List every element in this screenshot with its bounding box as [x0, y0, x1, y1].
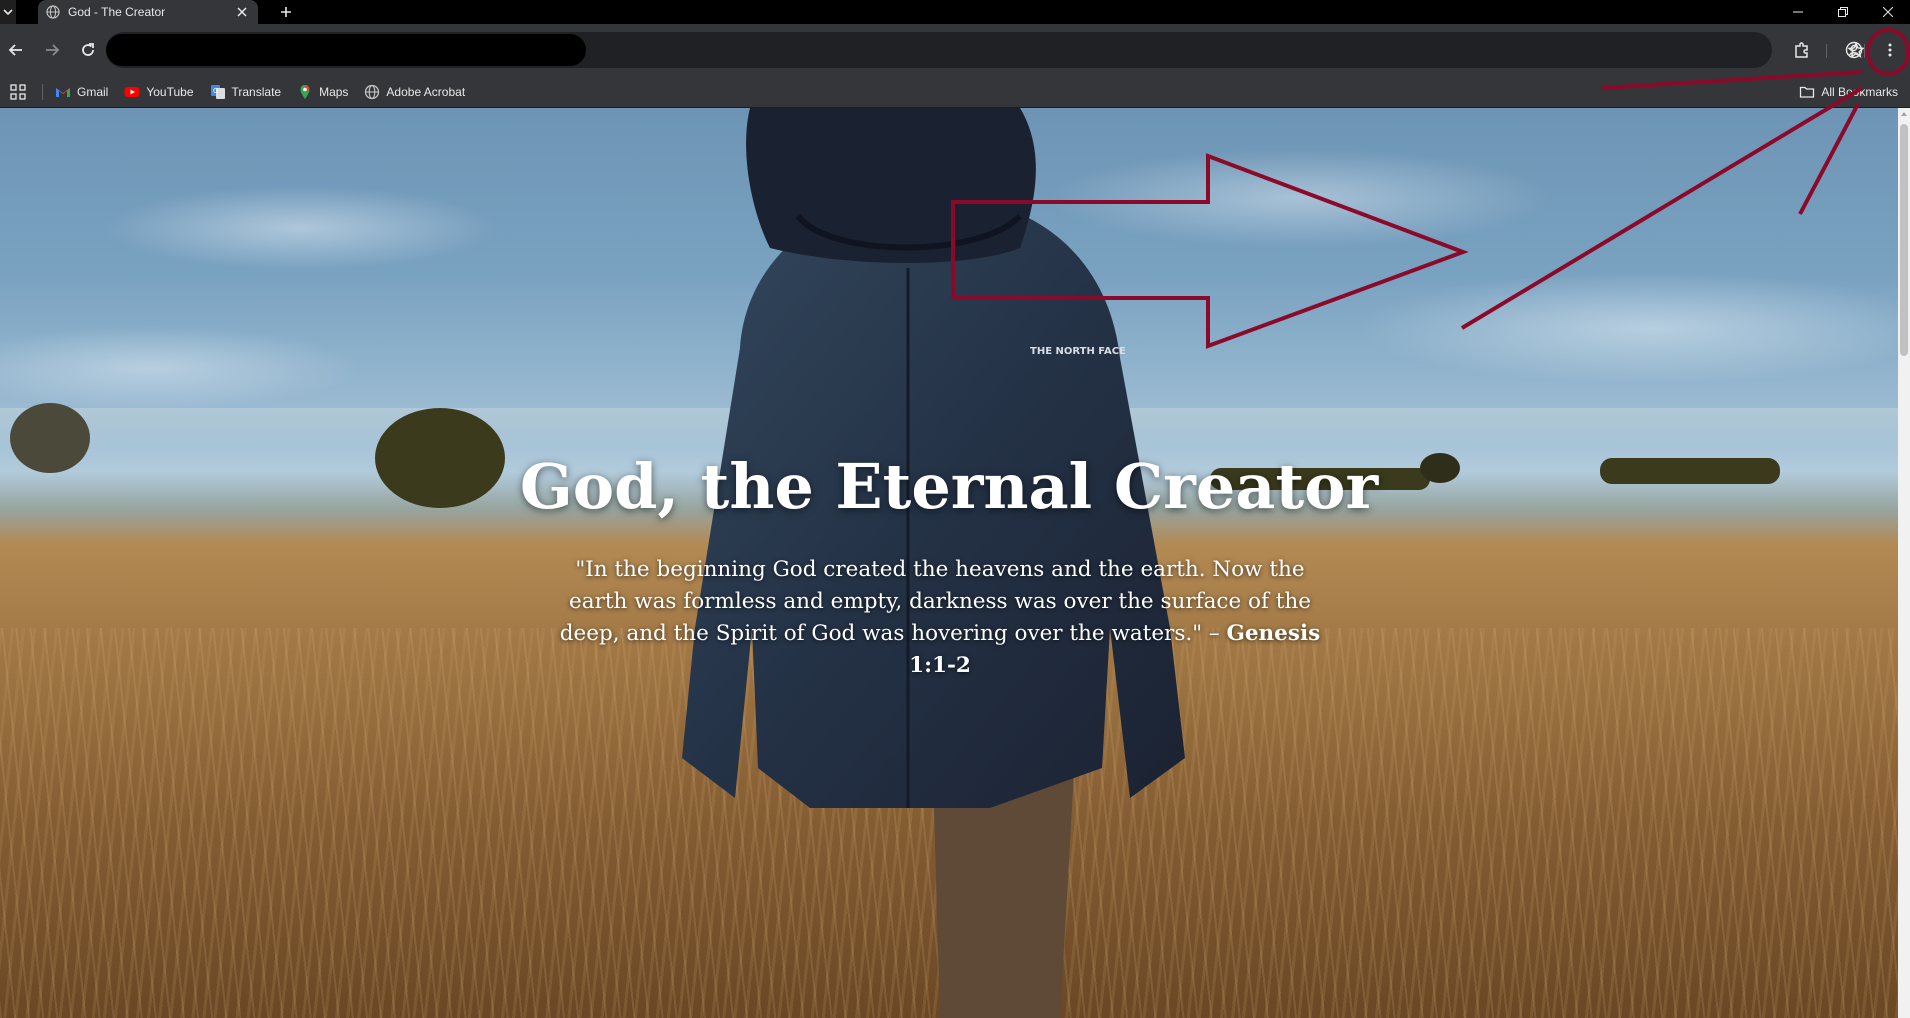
jacket-logo: THE NORTH FACE [1030, 346, 1126, 357]
maps-icon [300, 84, 310, 99]
bookmark-youtube[interactable]: YouTube [124, 84, 194, 100]
all-bookmarks-label: All Bookmarks [1821, 85, 1898, 99]
svg-text:G: G [213, 87, 218, 95]
hero-quote: "In the beginning God created the heaven… [545, 554, 1335, 682]
menu-button[interactable] [1876, 36, 1904, 64]
close-icon [1882, 7, 1893, 17]
page-hero: THE NORTH FACE God, the Eternal Creator … [0, 108, 1898, 1018]
browser-toolbar [0, 24, 1910, 76]
translate-icon: G [210, 84, 225, 99]
bookmark-label: Maps [319, 84, 349, 99]
bookmark-label: Gmail [77, 84, 109, 99]
window-controls [1775, 0, 1910, 24]
minimize-icon [1792, 11, 1803, 13]
tab-search-button[interactable] [0, 0, 16, 24]
hero-title: God, the Eternal Creator [519, 450, 1379, 523]
bookmarks-bar: Gmail YouTube G Translate Maps Adobe Acr… [0, 76, 1910, 108]
puzzle-icon [1795, 42, 1808, 58]
reload-button[interactable] [74, 36, 102, 64]
restore-icon [1837, 7, 1848, 17]
forward-button[interactable] [38, 36, 66, 64]
gmail-icon [56, 87, 70, 97]
arrow-right-icon [46, 44, 60, 56]
restore-button[interactable] [1820, 0, 1865, 24]
more-vert-icon [1888, 43, 1892, 57]
bookmark-label: Adobe Acrobat [386, 84, 466, 99]
apps-grid-icon[interactable] [10, 83, 26, 100]
tab-strip: God - The Creator [0, 0, 1910, 24]
bookmark-maps[interactable]: Maps [297, 84, 348, 100]
quote-text: "In the beginning God created the heaven… [559, 557, 1311, 646]
bookmark-gmail[interactable]: Gmail [55, 84, 108, 100]
active-tab[interactable]: God - The Creator [38, 0, 258, 24]
chevron-down-icon [3, 9, 13, 16]
minimize-button[interactable] [1775, 0, 1820, 24]
scroll-up-arrow-icon[interactable] [1900, 110, 1908, 118]
bookmark-adobe-acrobat[interactable]: Adobe Acrobat [364, 84, 465, 100]
toolbar-divider [1826, 44, 1827, 58]
toolbar-divider [1864, 44, 1865, 58]
address-bar[interactable] [106, 32, 1864, 68]
bookmark-translate[interactable]: G Translate [210, 84, 282, 100]
plus-icon [281, 7, 291, 17]
bookmarks-divider [42, 83, 43, 100]
globe-icon [46, 5, 60, 19]
redacted-url [106, 34, 586, 66]
all-bookmarks-button[interactable]: All Bookmarks [1799, 84, 1898, 100]
close-window-button[interactable] [1865, 0, 1910, 24]
account-icon [1845, 41, 1863, 59]
tab-close-button[interactable] [234, 4, 250, 20]
youtube-icon [124, 86, 140, 97]
reload-icon [82, 43, 94, 56]
globe-icon [365, 84, 380, 99]
bookmark-label: Translate [231, 84, 282, 99]
extensions-button[interactable] [1788, 36, 1816, 64]
folder-icon [1800, 86, 1815, 98]
arrow-left-icon [8, 44, 22, 56]
scrollbar-thumb[interactable] [1900, 124, 1908, 356]
close-icon [237, 7, 247, 17]
back-button[interactable] [2, 36, 30, 64]
tab-title: God - The Creator [68, 5, 166, 19]
bookmark-label: YouTube [146, 84, 194, 99]
new-tab-button[interactable] [274, 0, 298, 24]
